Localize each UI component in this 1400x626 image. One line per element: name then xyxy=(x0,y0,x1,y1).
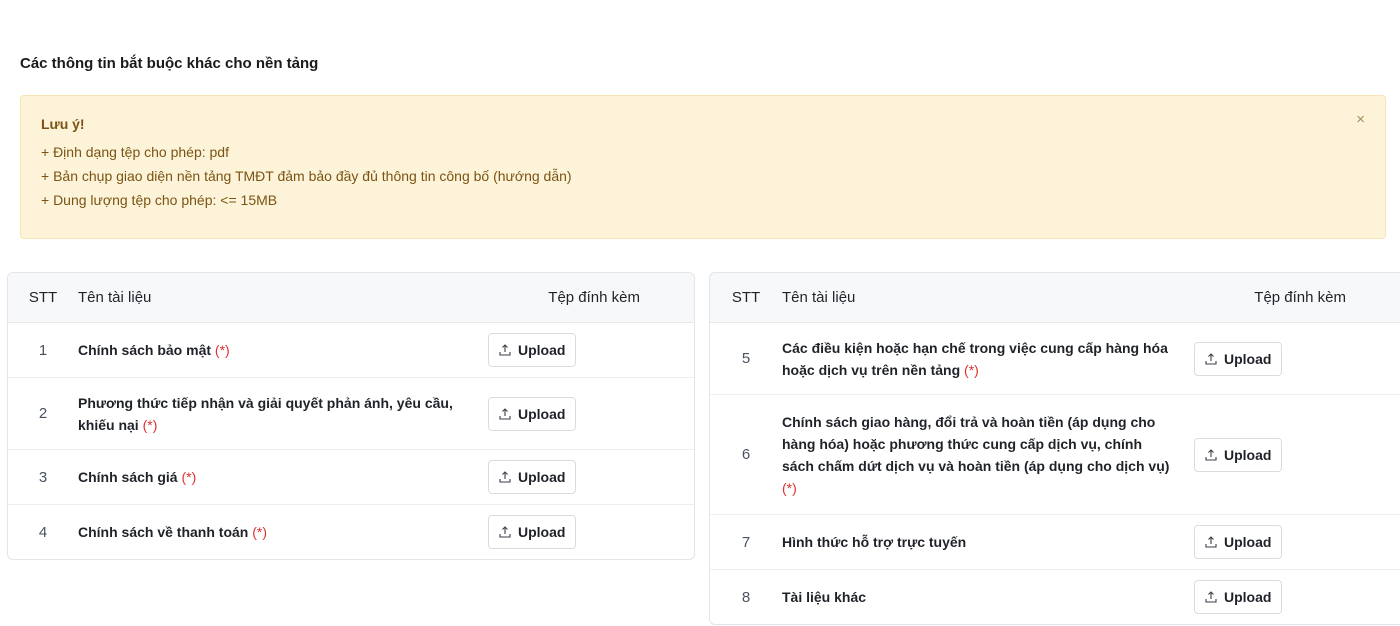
row-document-name: Chính sách giao hàng, đổi trả và hoàn ti… xyxy=(782,411,1194,499)
table-row: 1 Chính sách bảo mật (*) Upload xyxy=(8,323,694,378)
row-document-name: Chính sách về thanh toán (*) xyxy=(78,521,488,543)
header-name: Tên tài liệu xyxy=(782,288,856,306)
table-row: 2 Phương thức tiếp nhận và giải quyết phả… xyxy=(8,378,694,450)
document-name-text: Chính sách giá xyxy=(78,469,178,485)
document-name-text: Tài liệu khác xyxy=(782,589,867,605)
upload-icon xyxy=(499,407,511,420)
document-name-text: Phương thức tiếp nhận và giải quyết phản… xyxy=(78,394,453,433)
document-name-text: Chính sách giao hàng, đổi trả và hoàn ti… xyxy=(782,413,1170,474)
upload-label: Upload xyxy=(518,469,566,485)
document-name-text: Chính sách bảo mật xyxy=(78,342,212,358)
header-file: Tệp đính kèm xyxy=(1254,289,1346,306)
document-name-text: Hình thức hỗ trợ trực tuyến xyxy=(782,534,967,550)
row-document-name: Phương thức tiếp nhận và giải quyết phản… xyxy=(78,392,488,436)
row-stt: 5 xyxy=(741,350,751,367)
upload-label: Upload xyxy=(1224,534,1272,550)
row-attachment: Upload xyxy=(1194,437,1400,472)
warning-alert: Lưu ý! + Định dạng tệp cho phép: pdf + B… xyxy=(20,95,1386,239)
upload-icon xyxy=(1205,448,1217,461)
upload-label: Upload xyxy=(1224,350,1272,367)
table-row: 3 Chính sách giá (*) Upload xyxy=(8,450,694,505)
table-row: 5 Các điều kiện hoặc hạn chế trong việc c… xyxy=(710,323,1400,395)
row-stt: 8 xyxy=(741,588,751,606)
row-stt: 1 xyxy=(38,341,48,359)
row-attachment: Upload xyxy=(488,333,694,367)
table-body: 5 Các điều kiện hoặc hạn chế trong việc c… xyxy=(710,323,1400,624)
upload-button[interactable]: Upload xyxy=(488,460,577,494)
table-header: STT Tên tài liệu Tệp đính kèm xyxy=(8,273,694,323)
row-attachment: Upload xyxy=(488,396,694,431)
row-document-name: Chính sách giá (*) xyxy=(78,466,488,488)
row-stt: 3 xyxy=(38,468,48,486)
upload-icon xyxy=(499,526,511,538)
documents-table-right: STT Tên tài liệu Tệp đính kèm 5 Các điều … xyxy=(709,272,1400,625)
alert-line-size: + Dung lượng tệp cho phép: <= 15MB xyxy=(41,192,278,208)
document-name-text: Chính sách về thanh toán xyxy=(78,524,249,540)
table-header: STT Tên tài liệu Tệp đính kèm xyxy=(710,273,1400,323)
upload-label: Upload xyxy=(1224,446,1272,463)
row-stt: 6 xyxy=(741,446,751,463)
upload-button[interactable]: Upload xyxy=(488,396,577,431)
documents-table-left: STT Tên tài liệu Tệp đính kèm 1 Chính sác… xyxy=(7,272,695,560)
row-attachment: Upload xyxy=(488,515,694,549)
upload-button[interactable]: Upload xyxy=(1194,525,1283,559)
row-document-name: Chính sách bảo mật (*) xyxy=(78,339,488,361)
header-file: Tệp đính kèm xyxy=(548,289,640,306)
table-row: 6 Chính sách giao hàng, đổi trả và hoàn t… xyxy=(710,395,1400,515)
table-row: 7 Hình thức hỗ trợ trực tuyến Upload xyxy=(710,515,1400,570)
required-mark: (*) xyxy=(214,342,230,358)
close-icon[interactable]: × xyxy=(1356,112,1365,128)
row-document-name: Các điều kiện hoặc hạn chế trong việc cu… xyxy=(782,337,1194,381)
required-mark: (*) xyxy=(252,524,268,540)
required-mark: (*) xyxy=(964,361,979,378)
upload-icon xyxy=(1205,591,1217,603)
upload-label: Upload xyxy=(518,405,566,422)
row-stt: 7 xyxy=(741,533,751,551)
upload-button[interactable]: Upload xyxy=(1194,580,1283,614)
alert-line-screenshot: + Bản chụp giao diện nền tảng TMĐT đảm b… xyxy=(41,168,572,184)
upload-button[interactable]: Upload xyxy=(488,515,577,549)
table-row: 8 Tài liệu khác Upload xyxy=(710,570,1400,624)
row-stt: 4 xyxy=(38,523,48,541)
required-mark: (*) xyxy=(181,469,197,485)
required-mark: (*) xyxy=(782,479,797,496)
upload-icon xyxy=(1205,536,1217,548)
header-stt: STT xyxy=(28,289,58,306)
required-mark: (*) xyxy=(142,416,158,433)
row-attachment: Upload xyxy=(1194,580,1400,614)
row-attachment: Upload xyxy=(1194,525,1400,559)
upload-button[interactable]: Upload xyxy=(1194,437,1283,472)
upload-button[interactable]: Upload xyxy=(1194,341,1283,376)
upload-label: Upload xyxy=(518,524,566,540)
table-body: 1 Chính sách bảo mật (*) Upload 2 Phương thứ… xyxy=(8,323,694,559)
alert-line-format: + Định dạng tệp cho phép: pdf xyxy=(41,144,229,160)
row-attachment: Upload xyxy=(488,460,694,494)
alert-title: Lưu ý! xyxy=(41,116,85,132)
table-row: 4 Chính sách về thanh toán (*) Upload xyxy=(8,505,694,559)
row-attachment: Upload xyxy=(1194,341,1400,376)
upload-icon xyxy=(1205,352,1217,365)
row-stt: 2 xyxy=(38,405,48,422)
row-document-name: Hình thức hỗ trợ trực tuyến xyxy=(782,531,1194,553)
row-document-name: Tài liệu khác xyxy=(782,586,1194,608)
upload-label: Upload xyxy=(1224,589,1272,605)
header-stt: STT xyxy=(731,289,761,306)
upload-icon xyxy=(499,344,511,356)
upload-button[interactable]: Upload xyxy=(488,333,577,367)
upload-label: Upload xyxy=(518,342,566,358)
header-name: Tên tài liệu xyxy=(78,288,152,306)
page-title: Các thông tin bắt buộc khác cho nền tảng xyxy=(20,55,319,72)
upload-icon xyxy=(499,471,511,483)
